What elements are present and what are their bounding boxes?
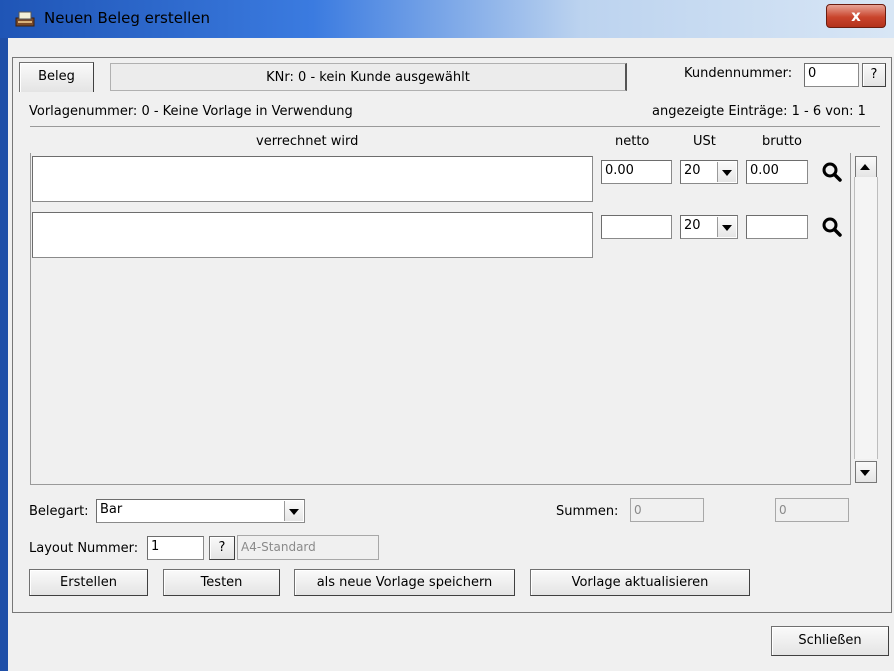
column-header-net: netto [615, 134, 650, 149]
close-button[interactable]: Schließen [771, 626, 889, 656]
entries-scrollbar[interactable] [852, 153, 880, 485]
window-title: Neuen Beleg erstellen [44, 9, 211, 27]
test-button[interactable]: Testen [163, 569, 280, 596]
arrow-up-icon[interactable] [855, 156, 877, 178]
template-number-label: Vorlagenummer: 0 - Keine Vorlage in Verw… [29, 104, 353, 119]
row-1-net-input[interactable]: 0.00 [601, 160, 672, 184]
doc-type-label: Belegart: [29, 504, 89, 519]
magnifier-icon[interactable] [821, 216, 843, 238]
divider [30, 126, 880, 127]
chevron-down-icon[interactable] [717, 217, 736, 237]
doc-type-select[interactable]: Bar [96, 499, 305, 523]
create-button[interactable]: Erstellen [29, 569, 148, 596]
save-as-template-button[interactable]: als neue Vorlage speichern [294, 569, 515, 596]
layout-help-button[interactable]: ? [209, 536, 235, 560]
row-2-vat-value: 20 [684, 218, 701, 233]
row-2-net-input[interactable] [601, 215, 672, 239]
typewriter-icon [15, 11, 35, 27]
row-1-vat-value: 20 [684, 163, 701, 178]
row-2-description-input[interactable] [32, 212, 593, 258]
chevron-down-icon[interactable] [717, 162, 736, 182]
chevron-down-icon[interactable] [284, 501, 303, 521]
arrow-down-icon[interactable] [855, 461, 877, 483]
sums-label: Summen: [556, 504, 619, 519]
row-2-vat-select[interactable]: 20 [680, 215, 738, 239]
customer-status-label: KNr: 0 - kein Kunde ausgewählt [110, 63, 627, 91]
layout-number-input[interactable]: 1 [147, 536, 204, 560]
column-header-vat: USt [693, 134, 716, 149]
row-1-vat-select[interactable]: 20 [680, 160, 738, 184]
sum-gross-field: 0 [775, 498, 849, 522]
entries-list [30, 153, 851, 485]
close-window-button[interactable]: x [826, 4, 886, 28]
column-header-gross: brutto [762, 134, 802, 149]
doc-type-value: Bar [100, 502, 123, 517]
entries-count-label: angezeigte Einträge: 1 - 6 von: 1 [652, 104, 866, 119]
customer-number-label: Kundennummer: [684, 66, 793, 81]
scrollbar-track[interactable] [854, 177, 878, 459]
sum-net-field: 0 [630, 498, 704, 522]
layout-name-field: A4-Standard [237, 535, 379, 560]
magnifier-icon[interactable] [821, 161, 843, 183]
customer-number-input[interactable]: 0 [804, 63, 859, 87]
column-header-description: verrechnet wird [256, 134, 359, 149]
update-template-button[interactable]: Vorlage aktualisieren [530, 569, 750, 596]
row-2-gross-input[interactable] [746, 215, 808, 239]
row-1-gross-input[interactable]: 0.00 [746, 160, 808, 184]
row-1-description-input[interactable] [32, 156, 593, 202]
customer-help-button[interactable]: ? [862, 63, 886, 87]
layout-number-label: Layout Nummer: [29, 541, 139, 556]
tab-beleg[interactable]: Beleg [19, 62, 94, 92]
